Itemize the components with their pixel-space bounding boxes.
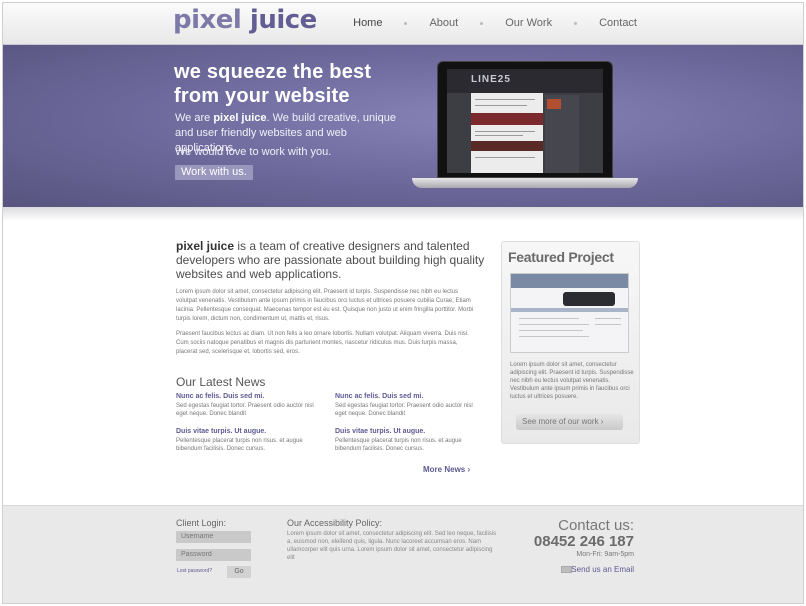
thumbnail-header bbox=[511, 274, 628, 288]
screen-text-line bbox=[475, 135, 523, 136]
laptop-screen: LINE25 bbox=[447, 69, 603, 173]
screen-thumbnail bbox=[547, 99, 561, 109]
featured-description: Lorem ipsum dolor sit amet, consectetur … bbox=[510, 362, 634, 400]
screen-text-line bbox=[475, 99, 535, 100]
login-go-button[interactable]: Go bbox=[227, 566, 251, 578]
intro-brand: pixel juice bbox=[176, 239, 235, 253]
featured-title: Featured Project bbox=[508, 249, 614, 265]
contact-hours: Mon-Fri: 9am-5pm bbox=[576, 551, 634, 558]
nav-separator bbox=[574, 21, 578, 25]
hero-subtext: We would love to work with you. bbox=[175, 146, 332, 158]
nav-about[interactable]: About bbox=[429, 17, 458, 29]
hero-shadow bbox=[3, 207, 803, 221]
screen-logo: LINE25 bbox=[471, 74, 511, 85]
hero-title-line2: from your website bbox=[174, 85, 350, 107]
nav-home[interactable]: Home bbox=[353, 17, 382, 29]
screen-text-line bbox=[475, 105, 527, 106]
client-login-heading: Client Login: bbox=[176, 518, 227, 528]
contact-phone: 08452 246 187 bbox=[533, 533, 634, 550]
thumbnail-text-line bbox=[519, 336, 589, 337]
news-item-text: Sed egestas feugiat tortor. Praesent odi… bbox=[176, 403, 314, 417]
thumbnail-text-line bbox=[519, 324, 589, 325]
accessibility-heading: Our Accessibility Policy: bbox=[287, 518, 383, 528]
screen-text-line bbox=[475, 157, 535, 158]
news-item-title[interactable]: Nunc ac felis. Duis sed mi. bbox=[176, 393, 326, 400]
logo-word-pixel: pixel bbox=[173, 5, 242, 35]
laptop-base bbox=[412, 178, 638, 188]
nav-separator bbox=[480, 21, 484, 25]
news-item-title[interactable]: Nunc ac felis. Duis sed mi. bbox=[335, 393, 485, 400]
thumbnail-text-line bbox=[595, 324, 621, 325]
news-heading: Our Latest News bbox=[176, 375, 266, 389]
news-item: Nunc ac felis. Duis sed mi. Sed egestas … bbox=[335, 393, 485, 418]
thumbnail-band bbox=[511, 308, 628, 312]
news-item-title[interactable]: Duis vitae turpis. Ut augue. bbox=[176, 428, 326, 435]
news-item-title[interactable]: Duis vitae turpis. Ut augue. bbox=[335, 428, 485, 435]
nav-separator bbox=[404, 21, 408, 25]
intro-paragraph-2: Praesent faucibus lectus ac diam. Ut non… bbox=[176, 331, 469, 355]
see-more-work-button[interactable]: See more of our work › bbox=[516, 414, 623, 430]
intro-paragraph-1: Lorem ipsum dolor sit amet, consectetur … bbox=[176, 289, 474, 322]
thumbnail-text-line bbox=[519, 318, 579, 319]
thumbnail-text-line bbox=[519, 330, 583, 331]
hero-intro-prefix: We are bbox=[175, 112, 214, 124]
email-link[interactable]: Send us an Email bbox=[571, 565, 634, 574]
screen-text-line bbox=[475, 131, 535, 132]
work-with-us-button[interactable]: Work with us. bbox=[175, 165, 253, 180]
news-item: Duis vitae turpis. Ut augue. Pellentesqu… bbox=[335, 428, 485, 453]
nav-contact[interactable]: Contact bbox=[599, 17, 637, 29]
hero-title: we squeeze the best from your website bbox=[174, 60, 404, 108]
site-logo[interactable]: pixel juice bbox=[173, 5, 317, 35]
news-item: Duis vitae turpis. Ut augue. Pellentesqu… bbox=[176, 428, 326, 453]
featured-project-thumbnail[interactable] bbox=[510, 273, 629, 353]
news-item-text: Sed egestas feugiat tortor. Praesent odi… bbox=[335, 403, 473, 417]
contact-heading: Contact us: bbox=[558, 517, 634, 534]
nav-our-work[interactable]: Our Work bbox=[505, 17, 552, 29]
more-news-link[interactable]: More News › bbox=[423, 465, 470, 474]
main-nav: Home About Our Work Contact bbox=[353, 17, 637, 29]
news-item-text: Pellentesque placerat turpis non risus. … bbox=[176, 438, 303, 452]
username-input[interactable] bbox=[176, 531, 251, 543]
thumbnail-text-line bbox=[595, 318, 621, 319]
logo-word-juice: juice bbox=[249, 5, 317, 35]
screen-banner bbox=[471, 113, 543, 125]
hero-title-line1: we squeeze the best bbox=[174, 61, 372, 83]
news-item: Nunc ac felis. Duis sed mi. Sed egestas … bbox=[176, 393, 326, 418]
screen-banner bbox=[471, 141, 543, 151]
accessibility-text: Lorem ipsum dolor sit amet, consectetur … bbox=[287, 531, 497, 561]
hero-intro-brand: pixel juice bbox=[213, 112, 267, 124]
password-input[interactable] bbox=[176, 549, 251, 561]
intro-lead: pixel juice is a team of creative design… bbox=[176, 239, 486, 281]
thumbnail-product-image bbox=[563, 292, 615, 306]
lost-password-link[interactable]: Lost password? bbox=[177, 568, 212, 574]
page-frame: pixel juice Home About Our Work Contact … bbox=[2, 2, 804, 604]
news-item-text: Pellentesque placerat turpis non risus. … bbox=[335, 438, 462, 452]
